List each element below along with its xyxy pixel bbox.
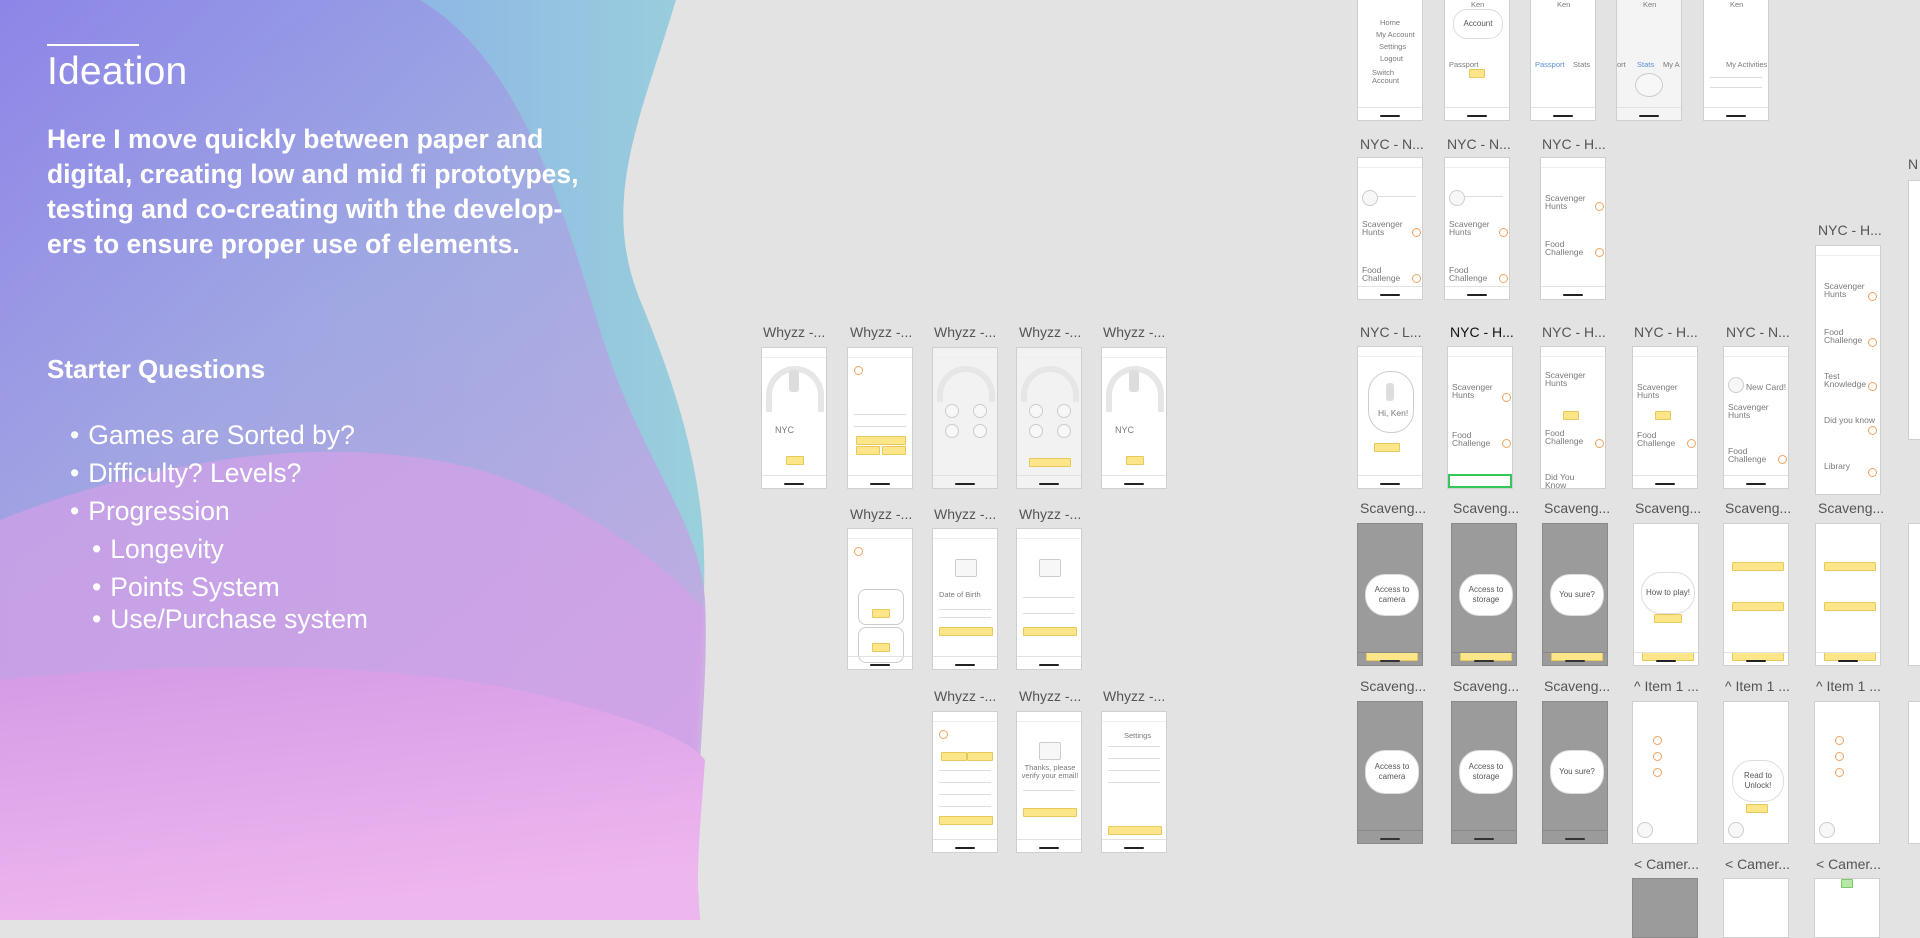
- artboard-whyzz-10[interactable]: Thanks, please verify your email!: [1016, 711, 1082, 853]
- artboard-label[interactable]: NYC - H...: [1542, 136, 1606, 152]
- artboard-item-1[interactable]: [1632, 701, 1698, 844]
- artboard-label[interactable]: Whyzz -...: [1103, 688, 1165, 704]
- artboard-nyc-h-long[interactable]: Scavenger Hunts Food Challenge Test Know…: [1815, 245, 1881, 495]
- artboard-label[interactable]: Whyzz -...: [1019, 688, 1081, 704]
- artboard-label[interactable]: Scaveng...: [1544, 500, 1610, 516]
- artboard-whyzz-9[interactable]: [932, 711, 998, 853]
- artboard-label[interactable]: Whyzz -...: [1019, 506, 1081, 522]
- artboard-label[interactable]: NYC - N...: [1447, 136, 1511, 152]
- page-title: Ideation: [47, 50, 188, 93]
- artboard-label[interactable]: Whyzz -...: [850, 324, 912, 340]
- artboard-scav-1[interactable]: Access to camera: [1357, 523, 1423, 666]
- artboard-scav-2[interactable]: Access to storage: [1451, 523, 1517, 666]
- artboard-nyc-h-selected[interactable]: Scavenger Hunts Food Challenge: [1447, 346, 1513, 489]
- left-panel: Ideation Here I move quickly between pap…: [0, 0, 720, 920]
- artboard-label[interactable]: Scaveng...: [1360, 678, 1426, 694]
- starter-questions-heading: Starter Questions: [47, 354, 266, 384]
- artboard-scav-6[interactable]: [1815, 523, 1881, 666]
- artboard-scav-5[interactable]: [1723, 523, 1789, 666]
- artboard-label[interactable]: NYC - H...: [1542, 324, 1606, 340]
- artboard-activities[interactable]: Ken My Activities: [1703, 0, 1769, 121]
- artboard-scav-3[interactable]: You sure?: [1542, 523, 1608, 666]
- artboard-label[interactable]: < Camer...: [1634, 856, 1699, 872]
- artboard-label[interactable]: Scaveng...: [1453, 500, 1519, 516]
- list-item: Longevity: [92, 534, 223, 565]
- artboard-nyc-l[interactable]: Hi, Ken!: [1357, 346, 1423, 489]
- artboard-nyc-h-3[interactable]: Scavenger Hunts Food Challenge: [1632, 346, 1698, 489]
- artboard-label[interactable]: Scaveng...: [1635, 500, 1701, 516]
- heading-rule: [47, 44, 139, 46]
- list-item: Progression: [70, 496, 229, 527]
- artboard-label-cut[interactable]: N: [1908, 156, 1918, 172]
- artboard-label[interactable]: NYC - N...: [1360, 136, 1424, 152]
- artboard-nyc-n-2[interactable]: Scavenger Hunts Food Challenge: [1444, 157, 1510, 300]
- list-item: Difficulty? Levels?: [70, 458, 301, 489]
- artboard-cut-right-3[interactable]: [1908, 701, 1920, 844]
- artboard-camera-2[interactable]: [1723, 878, 1789, 938]
- artboard-whyzz-4[interactable]: [1016, 347, 1082, 489]
- artboard-label[interactable]: < Camer...: [1725, 856, 1790, 872]
- artboard-label[interactable]: NYC - H...: [1818, 222, 1882, 238]
- artboard-label[interactable]: Scaveng...: [1453, 678, 1519, 694]
- artboard-nyc-h-1[interactable]: Scavenger Hunts Food Challenge: [1540, 157, 1606, 300]
- artboard-item-3[interactable]: [1814, 701, 1880, 844]
- artboard-cut-right-2[interactable]: [1908, 523, 1920, 666]
- artboard-label[interactable]: Scaveng...: [1544, 678, 1610, 694]
- artboard-camera-1[interactable]: [1632, 878, 1698, 938]
- artboard-whyzz-1[interactable]: NYC: [761, 347, 827, 489]
- artboard-label[interactable]: NYC - N...: [1726, 324, 1790, 340]
- artboard-scav-9[interactable]: You sure?: [1542, 701, 1608, 844]
- artboard-label[interactable]: Whyzz -...: [934, 324, 996, 340]
- artboard-label[interactable]: ^ Item 1 ...: [1634, 678, 1699, 694]
- artboard-whyzz-6[interactable]: [847, 528, 913, 670]
- artboard-cut-right[interactable]: [1908, 180, 1920, 440]
- artboard-whyzz-5[interactable]: NYC: [1101, 347, 1167, 489]
- artboard-label[interactable]: Whyzz -...: [763, 324, 825, 340]
- artboard-whyzz-11[interactable]: Settings: [1101, 711, 1167, 853]
- artboard-label[interactable]: < Camer...: [1816, 856, 1881, 872]
- artboard-whyzz-7[interactable]: Date of Birth: [932, 528, 998, 670]
- artboard-item-2[interactable]: Read to Unlock!: [1723, 701, 1789, 844]
- artboard-scav-4[interactable]: How to play!: [1633, 523, 1699, 666]
- list-item: Games are Sorted by?: [70, 420, 355, 451]
- intro-paragraph: Here I move quickly between paper and di…: [47, 124, 579, 259]
- artboard-nyc-n-3[interactable]: New Card! Scavenger Hunts Food Challenge: [1723, 346, 1789, 489]
- artboard-whyzz-3[interactable]: [932, 347, 998, 489]
- artboard-whyzz-8[interactable]: [1016, 528, 1082, 670]
- artboard-label[interactable]: Whyzz -...: [1103, 324, 1165, 340]
- artboard-account[interactable]: Ken Account Passport: [1444, 0, 1510, 121]
- artboard-nyc-h-2[interactable]: Scavenger Hunts Food Challenge Did You K…: [1540, 346, 1606, 489]
- artboard-stats[interactable]: Ken ort Stats My A: [1616, 0, 1682, 121]
- artboard-whyzz-2[interactable]: [847, 347, 913, 489]
- artboard-label[interactable]: Whyzz -...: [934, 688, 996, 704]
- artboard-label[interactable]: Whyzz -...: [1019, 324, 1081, 340]
- list-item: Points System: [92, 572, 279, 603]
- artboard-passport[interactable]: Ken Passport Stats: [1530, 0, 1596, 121]
- artboard-menu[interactable]: Home My Account Settings Logout Switch A…: [1357, 0, 1423, 121]
- artboard-scav-8[interactable]: Access to storage: [1451, 701, 1517, 844]
- artboard-label[interactable]: Scaveng...: [1725, 500, 1791, 516]
- artboard-label[interactable]: Whyzz -...: [934, 506, 996, 522]
- artboard-label[interactable]: NYC - H...: [1634, 324, 1698, 340]
- artboard-label[interactable]: Scaveng...: [1360, 500, 1426, 516]
- list-item: Use/Purchase system: [92, 604, 368, 635]
- artboard-label[interactable]: NYC - L...: [1360, 324, 1421, 340]
- artboard-label[interactable]: ^ Item 1 ...: [1725, 678, 1790, 694]
- artboard-camera-3[interactable]: [1814, 878, 1880, 938]
- artboard-label[interactable]: Whyzz -...: [850, 506, 912, 522]
- artboard-label[interactable]: ^ Item 1 ...: [1816, 678, 1881, 694]
- artboard-scav-7[interactable]: Access to camera: [1357, 701, 1423, 844]
- artboard-label-selected[interactable]: NYC - H...: [1450, 324, 1514, 340]
- artboard-nyc-n-1[interactable]: Scavenger Hunts Food Challenge: [1357, 157, 1423, 300]
- artboard-label[interactable]: Scaveng...: [1818, 500, 1884, 516]
